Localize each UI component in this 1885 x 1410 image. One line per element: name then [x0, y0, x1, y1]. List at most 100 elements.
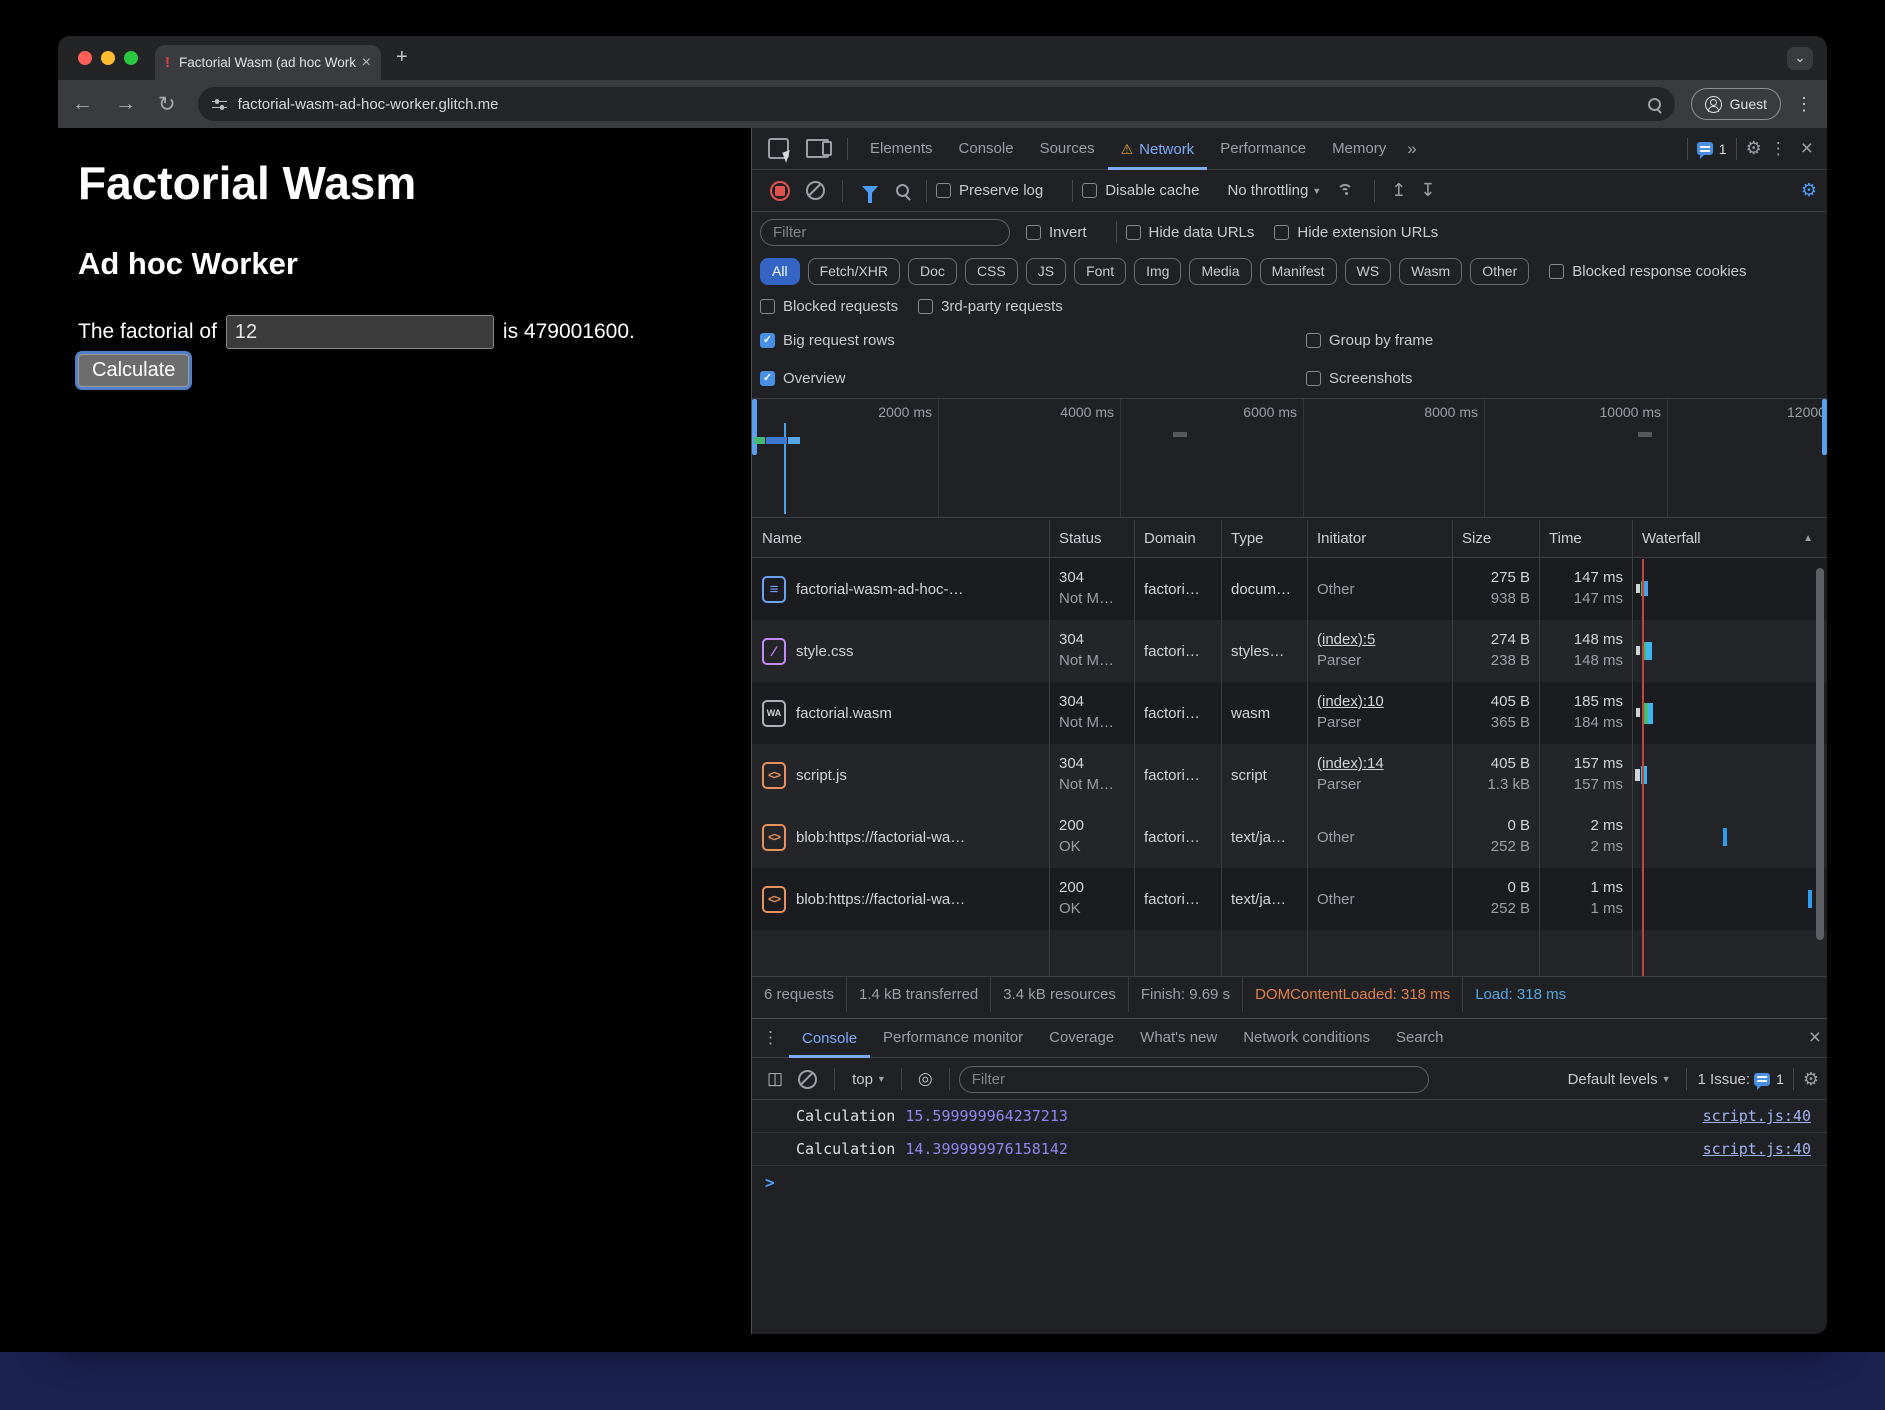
column-header-waterfall[interactable]: Waterfall▲	[1633, 520, 1827, 557]
page-zoom-icon[interactable]	[1648, 98, 1661, 111]
table-row[interactable]: <>script.js 304Not M… factori… script (i…	[752, 744, 1827, 806]
blocked-requests-checkbox[interactable]	[760, 299, 775, 314]
blocked-response-cookies-checkbox[interactable]	[1549, 264, 1564, 279]
chip-fetch-xhr[interactable]: Fetch/XHR	[808, 258, 900, 285]
calculate-button[interactable]: Calculate	[78, 354, 189, 387]
table-scrollbar[interactable]	[1816, 568, 1824, 940]
console-prompt[interactable]: >	[752, 1166, 1827, 1200]
browser-menu-icon[interactable]: ⋮	[1795, 94, 1813, 115]
column-header-time[interactable]: Time	[1540, 520, 1633, 557]
record-network-log-icon[interactable]	[770, 181, 790, 201]
maximize-window-button[interactable]	[124, 51, 138, 65]
drawer-tab-network-conditions[interactable]: Network conditions	[1230, 1017, 1383, 1059]
drawer-tab-search[interactable]: Search	[1383, 1017, 1457, 1059]
browser-tab[interactable]: ! Factorial Wasm (ad hoc Work ×	[155, 45, 381, 80]
source-link[interactable]: script.js:40	[1703, 1100, 1811, 1132]
initiator-link[interactable]: (index):14	[1317, 753, 1452, 774]
chip-css[interactable]: CSS	[965, 258, 1018, 285]
chip-font[interactable]: Font	[1074, 258, 1126, 285]
timeline-left-handle[interactable]	[752, 399, 757, 455]
tab-close-icon[interactable]: ×	[362, 54, 371, 72]
table-row[interactable]: <>blob:https://factorial-wa… 200OK facto…	[752, 868, 1827, 930]
reload-icon[interactable]: ↻	[158, 92, 176, 117]
tab-network[interactable]: ⚠Network	[1108, 128, 1208, 170]
more-tabs-icon[interactable]: »	[1399, 139, 1424, 159]
drawer-tab-coverage[interactable]: Coverage	[1036, 1017, 1127, 1059]
chip-doc[interactable]: Doc	[908, 258, 957, 285]
drawer-tab-performance-monitor[interactable]: Performance monitor	[870, 1017, 1036, 1059]
console-settings-icon[interactable]: ⚙	[1803, 1069, 1819, 1090]
tab-memory[interactable]: Memory	[1319, 128, 1399, 170]
minimize-window-button[interactable]	[101, 51, 115, 65]
table-row[interactable]: <>blob:https://factorial-wa… 200OK facto…	[752, 806, 1827, 868]
drawer-menu-icon[interactable]: ⋮	[752, 1028, 789, 1048]
column-header-name[interactable]: Name	[752, 520, 1050, 557]
network-overview-timeline[interactable]: 2000 ms 4000 ms 6000 ms 8000 ms 10000 ms…	[752, 398, 1827, 518]
initiator-link[interactable]: (index):5	[1317, 629, 1452, 650]
chip-all[interactable]: All	[760, 258, 800, 285]
column-header-size[interactable]: Size	[1453, 520, 1540, 557]
screenshots-checkbox[interactable]	[1306, 371, 1321, 386]
url-bar[interactable]: factorial-wasm-ad-hoc-worker.glitch.me	[198, 87, 1675, 121]
column-header-status[interactable]: Status	[1050, 520, 1135, 557]
drawer-close-icon[interactable]: ×	[1803, 1026, 1827, 1050]
chip-other[interactable]: Other	[1470, 258, 1529, 285]
device-toolbar-icon[interactable]	[806, 139, 829, 158]
chip-media[interactable]: Media	[1189, 258, 1251, 285]
issues-icon[interactable]	[1697, 142, 1713, 155]
site-info-icon[interactable]	[212, 98, 227, 111]
network-filter-input[interactable]	[760, 219, 1010, 246]
context-select[interactable]: top	[852, 1071, 873, 1088]
filter-icon[interactable]	[862, 186, 878, 195]
console-message[interactable]: Calculation15.599999964237213 script.js:…	[752, 1100, 1827, 1133]
table-row[interactable]: ∕style.css 304Not M… factori… styles… (i…	[752, 620, 1827, 682]
live-expression-eye-icon[interactable]: ◎	[918, 1069, 933, 1089]
hide-extension-urls-checkbox[interactable]	[1274, 225, 1289, 240]
inspect-element-icon[interactable]	[768, 138, 789, 159]
drawer-tab-whats-new[interactable]: What's new	[1127, 1017, 1230, 1059]
hide-data-urls-checkbox[interactable]	[1126, 225, 1141, 240]
table-row[interactable]: ≡factorial-wasm-ad-hoc-… 304Not M… facto…	[752, 558, 1827, 620]
import-har-icon[interactable]: ↥	[1384, 180, 1413, 201]
source-link[interactable]: script.js:40	[1703, 1133, 1811, 1165]
tab-performance[interactable]: Performance	[1207, 128, 1319, 170]
chip-wasm[interactable]: Wasm	[1399, 258, 1462, 285]
factorial-input[interactable]	[226, 315, 494, 349]
chip-js[interactable]: JS	[1026, 258, 1066, 285]
big-request-rows-checkbox[interactable]	[760, 333, 775, 348]
chip-ws[interactable]: WS	[1345, 258, 1392, 285]
new-tab-button[interactable]: +	[396, 46, 408, 69]
timeline-right-handle[interactable]	[1822, 399, 1827, 455]
column-header-initiator[interactable]: Initiator	[1308, 520, 1453, 557]
issues-icon[interactable]	[1754, 1073, 1770, 1086]
issues-label[interactable]: 1 Issue:	[1698, 1071, 1751, 1088]
table-row[interactable]: WAfactorial.wasm 304Not M… factori… wasm…	[752, 682, 1827, 744]
invert-checkbox[interactable]	[1026, 225, 1041, 240]
console-filter-input[interactable]	[959, 1066, 1429, 1093]
tab-search-chevron-icon[interactable]: ⌄	[1787, 47, 1813, 70]
preserve-log-checkbox[interactable]	[936, 183, 951, 198]
search-icon[interactable]	[896, 184, 909, 197]
close-window-button[interactable]	[78, 51, 92, 65]
back-icon[interactable]: ←	[72, 92, 93, 116]
devtools-close-icon[interactable]: ×	[1795, 137, 1819, 161]
forward-icon[interactable]: →	[115, 92, 136, 116]
disable-cache-checkbox[interactable]	[1082, 183, 1097, 198]
chip-img[interactable]: Img	[1134, 258, 1181, 285]
throttling-select[interactable]: No throttling	[1227, 182, 1308, 199]
chip-manifest[interactable]: Manifest	[1260, 258, 1337, 285]
drawer-tab-console[interactable]: Console	[789, 1019, 870, 1058]
initiator-link[interactable]: (index):10	[1317, 691, 1452, 712]
guest-profile-button[interactable]: Guest	[1691, 88, 1781, 120]
clear-console-icon[interactable]	[798, 1070, 817, 1089]
network-conditions-icon[interactable]	[1336, 183, 1356, 199]
tab-sources[interactable]: Sources	[1027, 128, 1108, 170]
network-settings-icon[interactable]: ⚙	[1801, 180, 1817, 201]
column-header-domain[interactable]: Domain	[1135, 520, 1222, 557]
devtools-settings-icon[interactable]: ⚙	[1746, 138, 1762, 159]
tab-console[interactable]: Console	[946, 128, 1027, 170]
devtools-menu-icon[interactable]: ⋮	[1762, 139, 1795, 159]
third-party-requests-checkbox[interactable]	[918, 299, 933, 314]
export-har-icon[interactable]: ↧	[1413, 180, 1442, 201]
console-message[interactable]: Calculation14.399999976158142 script.js:…	[752, 1133, 1827, 1166]
